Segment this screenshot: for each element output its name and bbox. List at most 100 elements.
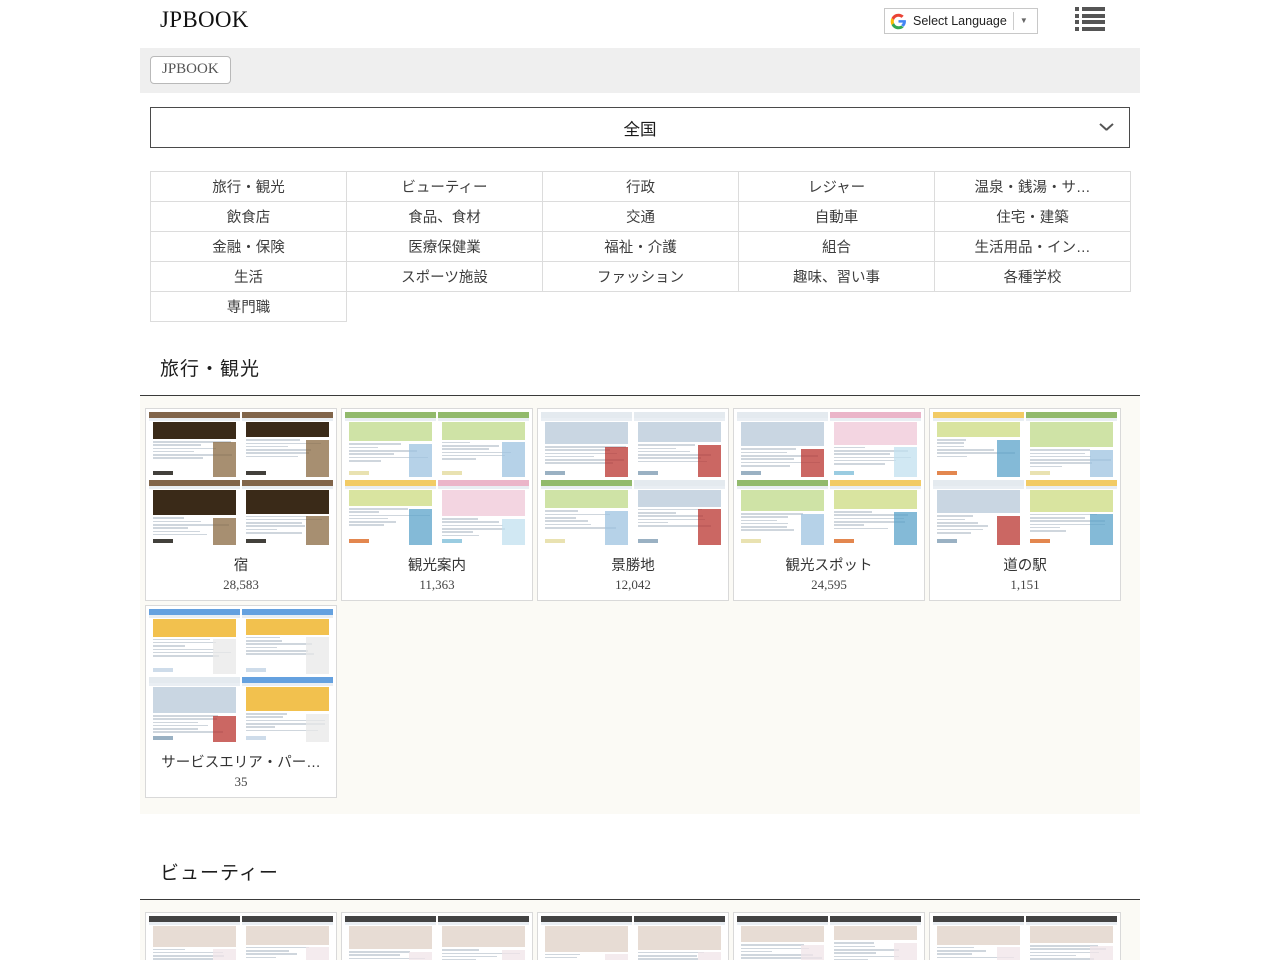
category-cell[interactable]: ファッション [543, 262, 739, 292]
category-card[interactable]: 景勝地12,042 [537, 408, 729, 601]
category-card[interactable] [145, 912, 337, 960]
category-card[interactable]: 宿28,583 [145, 408, 337, 601]
category-cell[interactable]: スポーツ施設 [347, 262, 543, 292]
card-count: 24,595 [734, 575, 924, 600]
thumbnail-image [1026, 480, 1117, 546]
thumbnail-image [634, 412, 725, 478]
card-label: 観光スポット [734, 549, 924, 575]
card-thumbnails [538, 913, 728, 960]
breadcrumb-item-jpbook[interactable]: JPBOOK [150, 56, 231, 84]
thumbnail-image [541, 916, 632, 960]
category-cell[interactable]: ビューティー [347, 172, 543, 202]
category-cell-empty [347, 292, 543, 322]
thumbnail-image [345, 916, 436, 960]
category-cell[interactable]: 生活用品・イン… [935, 232, 1131, 262]
category-cell[interactable]: 金融・保険 [151, 232, 347, 262]
category-cell-empty [543, 292, 739, 322]
thumbnail-image [242, 412, 333, 478]
category-cell[interactable]: 旅行・観光 [151, 172, 347, 202]
category-cell[interactable]: 自動車 [739, 202, 935, 232]
thumbnail-image [149, 412, 240, 478]
thumbnail-image [933, 412, 1024, 478]
category-cell[interactable]: 医療保健業 [347, 232, 543, 262]
category-cell[interactable]: 福祉・介護 [543, 232, 739, 262]
thumbnail-image [634, 916, 725, 960]
translate-label: Select Language [913, 14, 1013, 28]
category-card[interactable]: 観光スポット24,595 [733, 408, 925, 601]
category-cell[interactable]: 食品、食材 [347, 202, 543, 232]
category-cell[interactable]: 交通 [543, 202, 739, 232]
list-icon-row [1075, 14, 1105, 18]
category-card[interactable] [733, 912, 925, 960]
google-g-icon [890, 13, 907, 30]
thumbnail-image [149, 677, 240, 743]
thumbnail-image [541, 412, 632, 478]
thumbnail-image [737, 412, 828, 478]
category-cell[interactable]: 専門職 [151, 292, 347, 322]
card-thumbnails [146, 409, 336, 549]
category-cell[interactable]: 生活 [151, 262, 347, 292]
thumbnail-image [830, 916, 921, 960]
category-cell[interactable]: レジャー [739, 172, 935, 202]
section-header: 旅行・観光 [140, 340, 1140, 396]
category-cell[interactable]: 飲食店 [151, 202, 347, 232]
section-title: 旅行・観光 [160, 354, 260, 381]
thumbnail-image [345, 412, 436, 478]
card-thumbnails [930, 913, 1120, 960]
card-thumbnails [734, 409, 924, 549]
card-thumbnails [734, 913, 924, 960]
list-icon-row [1075, 20, 1105, 24]
category-card[interactable] [929, 912, 1121, 960]
card-thumbnails [342, 913, 532, 960]
card-thumbnails [930, 409, 1120, 549]
card-thumbnails [146, 913, 336, 960]
category-card[interactable]: 観光案内11,363 [341, 408, 533, 601]
card-label: 道の駅 [930, 549, 1120, 575]
google-translate-widget[interactable]: Select Language ▼ [884, 8, 1038, 34]
table-row: 飲食店食品、食材交通自動車住宅・建築 [151, 202, 1131, 232]
category-card[interactable]: サービスエリア・パー…35 [145, 605, 337, 798]
category-card[interactable] [537, 912, 729, 960]
thumbnail-image [737, 916, 828, 960]
section-title: ビューティー [160, 858, 279, 885]
category-card[interactable] [341, 912, 533, 960]
card-count: 1,151 [930, 575, 1120, 600]
breadcrumb: JPBOOK [140, 48, 1140, 93]
card-thumbnails [146, 606, 336, 746]
chevron-down-icon[interactable]: ▼ [1014, 8, 1034, 34]
category-cell[interactable]: 行政 [543, 172, 739, 202]
thumbnail-image [933, 480, 1024, 546]
cards-row: 宿28,583観光案内11,363景勝地12,042観光スポット24,595道の… [140, 406, 1140, 603]
category-cell[interactable]: 各種学校 [935, 262, 1131, 292]
category-cell[interactable]: 住宅・建築 [935, 202, 1131, 232]
category-cell[interactable]: 趣味、習い事 [739, 262, 935, 292]
table-row: 専門職 [151, 292, 1131, 322]
card-label: 宿 [146, 549, 336, 575]
card-count: 12,042 [538, 575, 728, 600]
category-card[interactable]: 道の駅1,151 [929, 408, 1121, 601]
card-label: サービスエリア・パー… [146, 746, 336, 772]
cards-row: サービスエリア・パー…35 [140, 603, 1140, 800]
thumbnail-image [242, 677, 333, 743]
thumbnail-image [149, 916, 240, 960]
category-cell-empty [739, 292, 935, 322]
region-select-value: 全国 [151, 108, 1129, 147]
category-cell[interactable]: 組合 [739, 232, 935, 262]
thumbnail-image [438, 916, 529, 960]
thumbnail-image [438, 480, 529, 546]
card-label: 観光案内 [342, 549, 532, 575]
list-icon[interactable] [1075, 7, 1105, 31]
cards-container: 宿28,583観光案内11,363景勝地12,042観光スポット24,595道の… [140, 396, 1140, 814]
region-select[interactable]: 全国 [150, 107, 1130, 148]
page-title: JPBOOK [160, 7, 249, 33]
category-table: 旅行・観光ビューティー行政レジャー温泉・銭湯・サ…飲食店食品、食材交通自動車住宅… [150, 171, 1131, 322]
category-cell[interactable]: 温泉・銭湯・サ… [935, 172, 1131, 202]
site-header: JPBOOK Select Language ▼ [0, 0, 1280, 48]
thumbnail-image [149, 609, 240, 675]
cards-row [140, 910, 1140, 960]
table-row: 生活スポーツ施設ファッション趣味、習い事各種学校 [151, 262, 1131, 292]
card-count: 28,583 [146, 575, 336, 600]
section-header: ビューティー [140, 844, 1140, 900]
card-thumbnails [538, 409, 728, 549]
cards-container [140, 900, 1140, 960]
